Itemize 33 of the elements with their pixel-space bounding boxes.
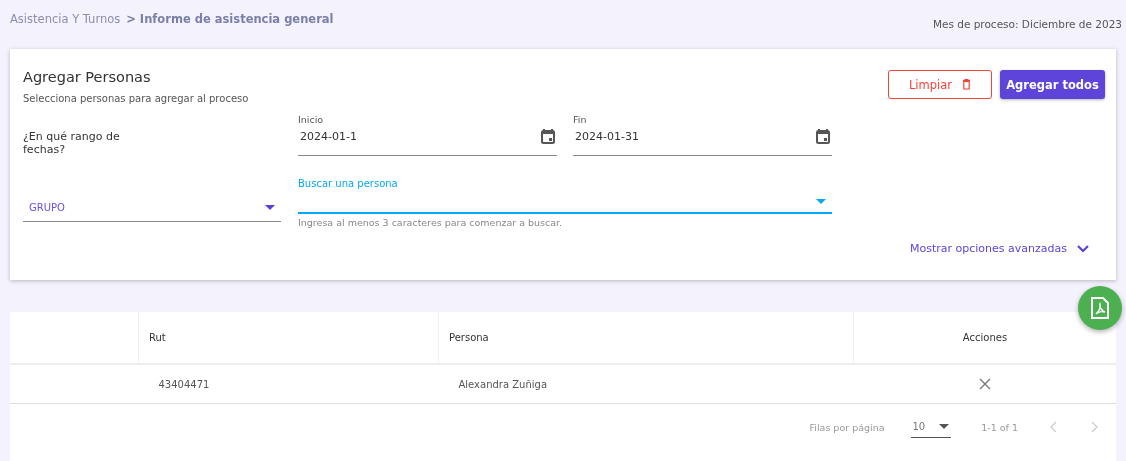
table-cell: Alexandra Zuñiga xyxy=(438,364,854,404)
process-month: Mes de proceso: Diciembre de 2023 xyxy=(932,18,1122,30)
table-cell: 43404471 xyxy=(138,364,439,404)
column-header: Persona xyxy=(438,312,854,364)
add-all-button[interactable]: Agregar todos xyxy=(1000,70,1105,99)
dropdown-icon xyxy=(816,199,826,204)
advanced-options-link[interactable]: Mostrar opciones avanzadas xyxy=(910,242,1105,255)
page-range: 1-1 of 1 xyxy=(981,421,1018,433)
rows-per-page-label: Filas por página xyxy=(809,421,885,433)
search-hint: Ingresa al menos 3 caracteres para comenzar a buscar. xyxy=(298,217,564,228)
dropdown-icon xyxy=(939,423,950,429)
clear-button[interactable]: Limpiar xyxy=(888,70,992,99)
breadcrumb-link[interactable]: Asistencia Y Turnos xyxy=(10,12,121,26)
pdf-icon xyxy=(1090,297,1110,319)
chevron-right-icon xyxy=(1091,421,1098,433)
dropdown-icon xyxy=(265,204,275,210)
card-title: Agregar Personas xyxy=(23,69,152,85)
date-field[interactable]: Fin 2024-01-31 xyxy=(573,114,832,156)
rows-per-page-select[interactable]: 10 xyxy=(910,416,952,438)
pdf-export-button[interactable] xyxy=(1078,286,1122,330)
calendar-icon xyxy=(541,129,555,144)
chevron-left-icon xyxy=(1050,421,1057,433)
column-header: Acciones xyxy=(853,312,1116,364)
trash-icon xyxy=(962,79,972,90)
group-select[interactable]: GRUPO xyxy=(23,193,281,222)
card-subtitle: Selecciona personas para agregar al proceso xyxy=(23,93,249,104)
range-question: ¿En qué rango de fechas? xyxy=(23,130,121,156)
chevron-down-icon xyxy=(1077,244,1089,253)
calendar-icon xyxy=(816,129,830,144)
breadcrumb-current: > Informe de asistencia general xyxy=(126,12,334,26)
column-header: Rut xyxy=(138,312,439,364)
close-icon xyxy=(978,378,991,390)
date-field[interactable]: Inicio 2024-01-1 xyxy=(298,114,557,156)
